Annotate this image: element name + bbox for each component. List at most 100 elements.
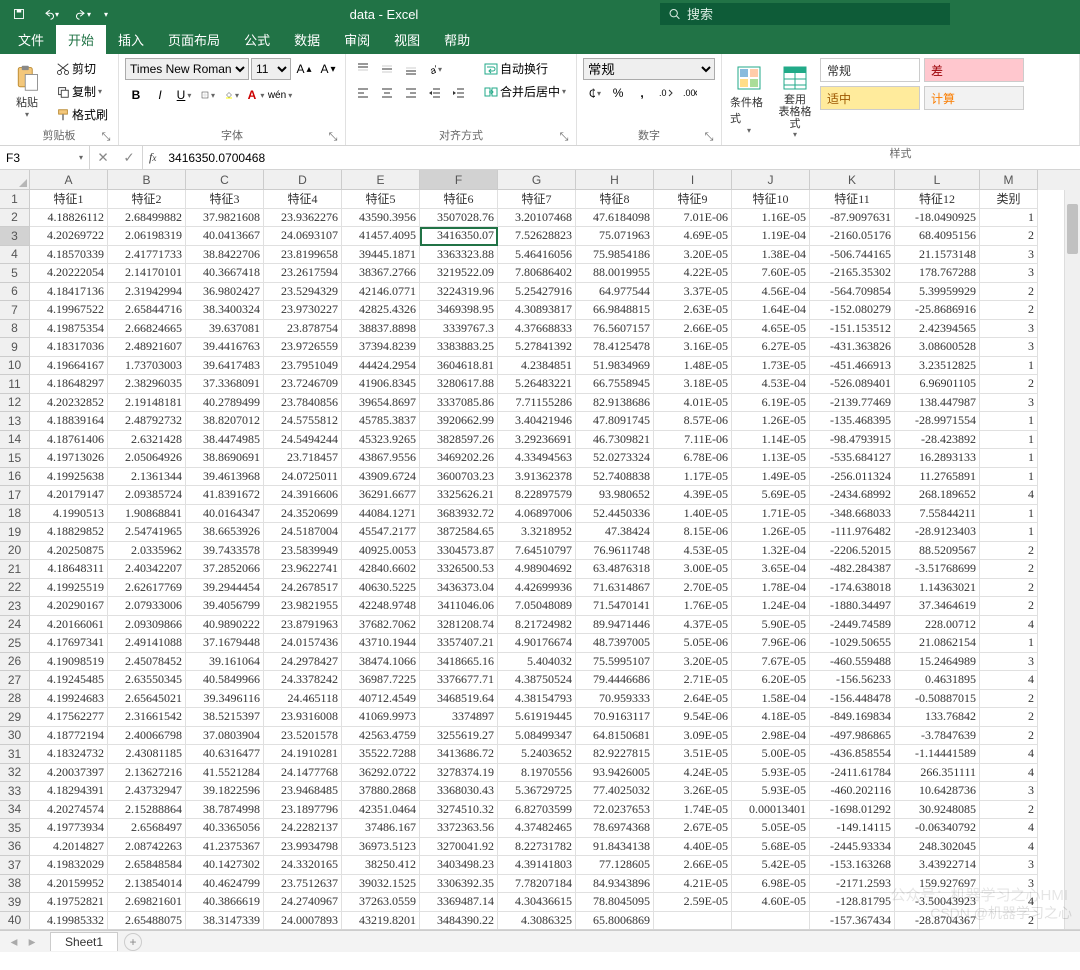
cell[interactable]: -849.169834	[810, 708, 895, 727]
cell[interactable]: 38.3400324	[186, 301, 264, 320]
cell[interactable]: 4.37482465	[498, 819, 576, 838]
cell[interactable]: 3.16E-05	[654, 338, 732, 357]
cell[interactable]: 4.20179147	[30, 486, 108, 505]
cell[interactable]: 2.31942994	[108, 283, 186, 302]
cell[interactable]: 4.18E-05	[732, 708, 810, 727]
cell[interactable]: 77.128605	[576, 856, 654, 875]
cell[interactable]: -436.858554	[810, 745, 895, 764]
cell[interactable]: -128.81795	[810, 893, 895, 912]
cell[interactable]: 4	[980, 764, 1038, 783]
cell[interactable]: 4.20222054	[30, 264, 108, 283]
cell[interactable]: 43909.6724	[342, 468, 420, 487]
cell[interactable]: -28.8704367	[895, 912, 980, 931]
autosave-icon[interactable]	[8, 3, 30, 25]
cell[interactable]: 40.3866619	[186, 893, 264, 912]
cell[interactable]: 7.80686402	[498, 264, 576, 283]
cell[interactable]: 4.30893817	[498, 301, 576, 320]
cell[interactable]: 5.42E-05	[732, 856, 810, 875]
format-painter-button[interactable]: 格式刷	[52, 104, 112, 125]
alignment-launcher[interactable]: ⤡	[558, 131, 570, 143]
cell[interactable]: 2.40066798	[108, 727, 186, 746]
style-normal[interactable]: 常规	[820, 58, 920, 82]
row-header[interactable]: 34	[0, 801, 30, 820]
row-header[interactable]: 35	[0, 819, 30, 838]
cell[interactable]: 42351.0464	[342, 801, 420, 820]
sheet-tab-active[interactable]: Sheet1	[50, 932, 118, 951]
cell[interactable]: 1.71E-05	[732, 505, 810, 524]
cell[interactable]: 4.19664167	[30, 357, 108, 376]
tab-视图[interactable]: 视图	[382, 25, 432, 54]
cell[interactable]: 15.2464989	[895, 653, 980, 672]
cell[interactable]: 4.90176674	[498, 634, 576, 653]
cell[interactable]: 40630.5225	[342, 579, 420, 598]
cell[interactable]: -2171.2593	[810, 875, 895, 894]
cell[interactable]: 51.9834969	[576, 357, 654, 376]
cell[interactable]: -25.8686916	[895, 301, 980, 320]
col-header-L[interactable]: L	[895, 170, 980, 190]
cell[interactable]: 78.4125478	[576, 338, 654, 357]
cell[interactable]: 35522.7288	[342, 745, 420, 764]
cell[interactable]: 23.7512637	[264, 875, 342, 894]
cell[interactable]: -2206.52015	[810, 542, 895, 561]
cell[interactable]: -151.153512	[810, 320, 895, 339]
cell[interactable]: 1.13E-05	[732, 449, 810, 468]
copy-button[interactable]: 复制▾	[52, 81, 112, 102]
cell[interactable]: 3368030.43	[420, 782, 498, 801]
cell[interactable]: 5.90E-05	[732, 616, 810, 635]
cell[interactable]: 93.9426005	[576, 764, 654, 783]
vertical-scrollbar[interactable]	[1064, 190, 1080, 929]
cell[interactable]: -152.080279	[810, 301, 895, 320]
cell[interactable]: 3274510.32	[420, 801, 498, 820]
tab-帮助[interactable]: 帮助	[432, 25, 482, 54]
cell[interactable]: 4.18324732	[30, 745, 108, 764]
increase-indent-button[interactable]	[448, 82, 470, 104]
cell[interactable]: 10.6428736	[895, 782, 980, 801]
cell[interactable]: -3.51768699	[895, 560, 980, 579]
cell[interactable]: 37.3464619	[895, 597, 980, 616]
cell[interactable]: 4.19713026	[30, 449, 108, 468]
cell[interactable]: 1	[980, 449, 1038, 468]
cell[interactable]: 24.0693107	[264, 227, 342, 246]
cell[interactable]: 3.20107468	[498, 209, 576, 228]
cell[interactable]: 4.3086325	[498, 912, 576, 931]
cell[interactable]: 6.98E-05	[732, 875, 810, 894]
cell[interactable]: 71.6314867	[576, 579, 654, 598]
row-header[interactable]: 19	[0, 523, 30, 542]
cell[interactable]: 77.4025032	[576, 782, 654, 801]
row-header[interactable]: 10	[0, 357, 30, 376]
cell[interactable]: 5.25427916	[498, 283, 576, 302]
cell[interactable]: 1	[980, 634, 1038, 653]
cell[interactable]: 39.4056799	[186, 597, 264, 616]
row-header[interactable]: 36	[0, 838, 30, 857]
cell[interactable]: 40.2789499	[186, 394, 264, 413]
cell[interactable]: -0.06340792	[895, 819, 980, 838]
cell[interactable]: 40.4624799	[186, 875, 264, 894]
cell[interactable]: 4.37E-05	[654, 616, 732, 635]
cell[interactable]: 3219522.09	[420, 264, 498, 283]
cell[interactable]: 48.7397005	[576, 634, 654, 653]
cell[interactable]: 4.60E-05	[732, 893, 810, 912]
cell[interactable]: 4	[980, 486, 1038, 505]
cell[interactable]: 4.21E-05	[654, 875, 732, 894]
cell[interactable]: 1.26E-05	[732, 412, 810, 431]
row-header[interactable]: 5	[0, 264, 30, 283]
cell[interactable]: 3	[980, 320, 1038, 339]
cell[interactable]: 5.27841392	[498, 338, 576, 357]
cell[interactable]: 3357407.21	[420, 634, 498, 653]
cell[interactable]: 24.465118	[264, 690, 342, 709]
cell[interactable]: 52.4450336	[576, 505, 654, 524]
cell[interactable]: 38.7874998	[186, 801, 264, 820]
cell[interactable]: 特征4	[264, 190, 342, 209]
cell[interactable]: 228.00712	[895, 616, 980, 635]
cell[interactable]: 1.14E-05	[732, 431, 810, 450]
cell[interactable]: 133.76842	[895, 708, 980, 727]
cell[interactable]: 3	[980, 394, 1038, 413]
tab-插入[interactable]: 插入	[106, 25, 156, 54]
cell[interactable]: 2.67E-05	[654, 819, 732, 838]
cell[interactable]: -1880.34497	[810, 597, 895, 616]
cell[interactable]: 3	[980, 782, 1038, 801]
cell[interactable]: 3376677.71	[420, 671, 498, 690]
cell[interactable]: 特征7	[498, 190, 576, 209]
cell[interactable]: 24.0007893	[264, 912, 342, 931]
cell[interactable]: 23.7951049	[264, 357, 342, 376]
